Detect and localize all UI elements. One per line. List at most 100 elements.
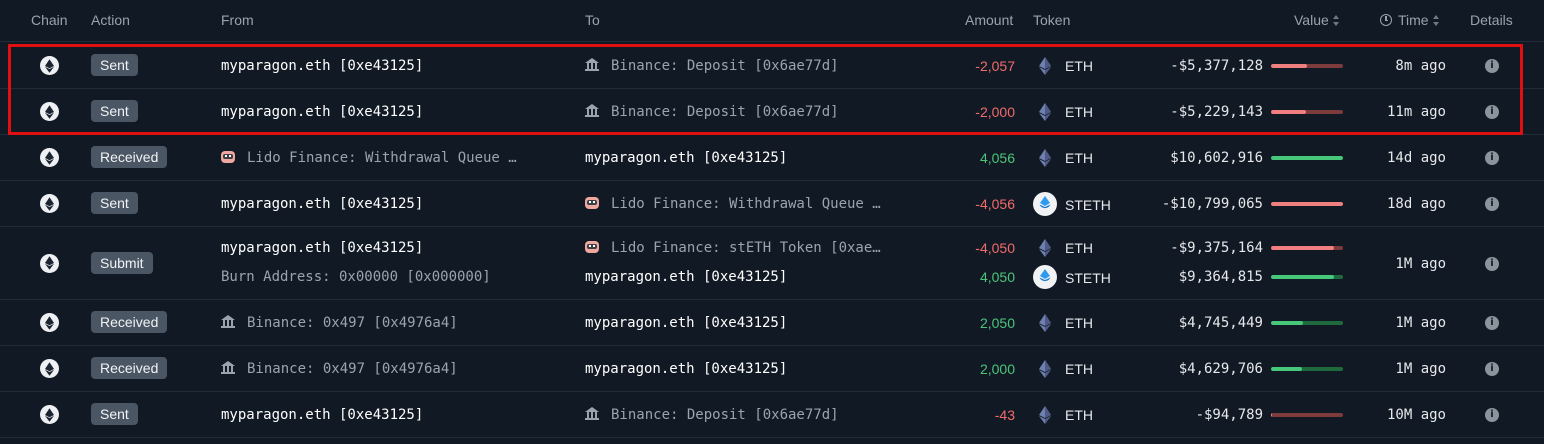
token-name[interactable]: ETH <box>1065 149 1093 167</box>
from-address-label: myparagon.eth [0xe43125] <box>221 58 424 74</box>
header-time-sort[interactable]: Time <box>1380 12 1440 28</box>
amount: -4,050 <box>975 240 1015 256</box>
from-address[interactable]: Binance: 0x497 [0x4976a4] <box>221 360 458 378</box>
bank-icon <box>585 58 599 72</box>
ethereum-chain-icon <box>40 194 59 213</box>
to-address[interactable]: Binance: Deposit [0x6ae77d] <box>585 103 839 121</box>
amount: -2,057 <box>975 58 1015 74</box>
to-address[interactable]: Binance: Deposit [0x6ae77d] <box>585 406 839 424</box>
table-row[interactable]: Sent myparagon.eth [0xe43125] Binance: Dep… <box>0 89 1544 135</box>
to-address-label: Lido Finance: Withdrawal Queue … <box>611 196 881 212</box>
steth-icon <box>1033 192 1057 216</box>
eth-icon <box>1039 314 1051 332</box>
from-address[interactable]: Binance: 0x497 [0x4976a4] <box>221 314 458 332</box>
to-address[interactable]: Lido Finance: stETH Token [0xae… <box>585 239 881 257</box>
value-bar <box>1271 367 1343 371</box>
from-address[interactable]: myparagon.eth [0xe43125] <box>221 195 423 213</box>
value-bar-fill <box>1271 64 1307 68</box>
info-icon[interactable]: i <box>1485 151 1499 165</box>
usd-value: $9,364,815 <box>1178 269 1263 285</box>
token-name[interactable]: ETH <box>1065 314 1093 332</box>
lido-icon <box>585 196 599 210</box>
info-icon[interactable]: i <box>1485 256 1499 271</box>
to-address-label: myparagon.eth [0xe43125] <box>585 269 788 285</box>
token-name[interactable]: STETH <box>1065 269 1111 287</box>
value-bar <box>1271 202 1343 206</box>
ethereum-chain-icon <box>40 148 59 167</box>
from-address-label: Binance: 0x497 [0x4976a4] <box>247 315 458 331</box>
time-ago: 1M ago <box>1395 361 1446 377</box>
info-icon[interactable]: i <box>1485 362 1499 376</box>
from-address[interactable]: Burn Address: 0x00000 [0x000000] <box>221 268 491 286</box>
amount: 4,050 <box>979 269 1015 285</box>
to-address-label: Binance: Deposit [0x6ae77d] <box>611 104 839 120</box>
table-row[interactable]: Received Binance: 0x497 [0x4976a4] myparag… <box>0 300 1544 346</box>
action-badge: Sent <box>91 403 138 425</box>
eth-icon <box>1039 149 1051 167</box>
from-address-label: myparagon.eth [0xe43125] <box>221 104 424 120</box>
ethereum-chain-icon <box>40 253 59 273</box>
value-bar-fill <box>1271 246 1335 250</box>
header-token: Token <box>1033 12 1071 28</box>
header-amount: Amount <box>965 12 1014 28</box>
table-row[interactable]: Received Lido Finance: Withdrawal Queue …… <box>0 135 1544 181</box>
table-row[interactable]: Sent myparagon.eth [0xe43125] Binance: Dep… <box>0 43 1544 89</box>
to-address[interactable]: myparagon.eth [0xe43125] <box>585 149 787 167</box>
sort-icon <box>1332 15 1340 27</box>
token-name[interactable]: ETH <box>1065 239 1093 257</box>
eth-icon <box>1039 57 1051 75</box>
token-name[interactable]: ETH <box>1065 57 1093 75</box>
header-value-sort[interactable]: Value <box>1294 12 1340 28</box>
to-address[interactable]: myparagon.eth [0xe43125] <box>585 360 787 378</box>
ethereum-chain-icon <box>40 56 59 75</box>
table-row[interactable]: Sent myparagon.eth [0xe43125] Lido Finance… <box>0 181 1544 227</box>
from-address[interactable]: myparagon.eth [0xe43125] <box>221 57 423 75</box>
header-chain: Chain <box>31 12 68 28</box>
from-address[interactable]: myparagon.eth [0xe43125] <box>221 239 423 257</box>
bank-icon <box>585 104 599 118</box>
usd-value: $4,745,449 <box>1178 315 1263 331</box>
table-row[interactable]: Sent myparagon.eth [0xe43125] Binance: Dep… <box>0 392 1544 438</box>
to-address-label: Binance: Deposit [0x6ae77d] <box>611 407 839 423</box>
table-row[interactable]: Submit myparagon.eth [0xe43125] Lido Finan… <box>0 227 1544 300</box>
info-icon[interactable]: i <box>1485 59 1499 73</box>
to-address[interactable]: myparagon.eth [0xe43125] <box>585 314 787 332</box>
from-address[interactable]: myparagon.eth [0xe43125] <box>221 406 423 424</box>
from-address-label: Binance: 0x497 [0x4976a4] <box>247 361 458 377</box>
to-address[interactable]: myparagon.eth [0xe43125] <box>585 268 787 286</box>
info-icon[interactable]: i <box>1485 197 1499 211</box>
value-bar <box>1271 275 1343 279</box>
action-badge: Sent <box>91 54 138 76</box>
amount: -43 <box>994 407 1015 423</box>
to-address[interactable]: Binance: Deposit [0x6ae77d] <box>585 57 839 75</box>
value-bar <box>1271 246 1343 250</box>
info-icon[interactable]: i <box>1485 105 1499 119</box>
token-name[interactable]: ETH <box>1065 103 1093 121</box>
time-ago: 14d ago <box>1386 150 1446 166</box>
sort-icon <box>1432 15 1440 27</box>
action-badge: Received <box>91 311 168 333</box>
token-name[interactable]: STETH <box>1065 196 1111 214</box>
table-row[interactable]: Received Binance: 0x497 [0x4976a4] myparag… <box>0 346 1544 392</box>
to-address[interactable]: Lido Finance: Withdrawal Queue … <box>585 195 881 213</box>
action-badge: Received <box>91 357 168 379</box>
steth-icon <box>1033 265 1057 289</box>
time-ago: 18d ago <box>1386 196 1446 212</box>
usd-value: -$5,229,143 <box>1170 104 1263 120</box>
amount: 4,056 <box>979 150 1015 166</box>
value-bar-fill <box>1271 156 1343 160</box>
token-name[interactable]: ETH <box>1065 360 1093 378</box>
info-icon[interactable]: i <box>1485 316 1499 330</box>
header-value: Value <box>1294 12 1329 28</box>
value-bar <box>1271 64 1343 68</box>
from-address[interactable]: myparagon.eth [0xe43125] <box>221 103 423 121</box>
usd-value: $10,602,916 <box>1170 150 1263 166</box>
info-icon[interactable]: i <box>1485 408 1499 422</box>
usd-value: -$9,375,164 <box>1170 240 1263 256</box>
token-name[interactable]: ETH <box>1065 406 1093 424</box>
usd-value: -$5,377,128 <box>1170 58 1263 74</box>
from-address-label: Lido Finance: Withdrawal Queue … <box>247 150 517 166</box>
table-header: Chain Action From To Amount Token Value … <box>0 0 1544 42</box>
from-address[interactable]: Lido Finance: Withdrawal Queue … <box>221 149 517 167</box>
to-address-label: myparagon.eth [0xe43125] <box>585 150 788 166</box>
